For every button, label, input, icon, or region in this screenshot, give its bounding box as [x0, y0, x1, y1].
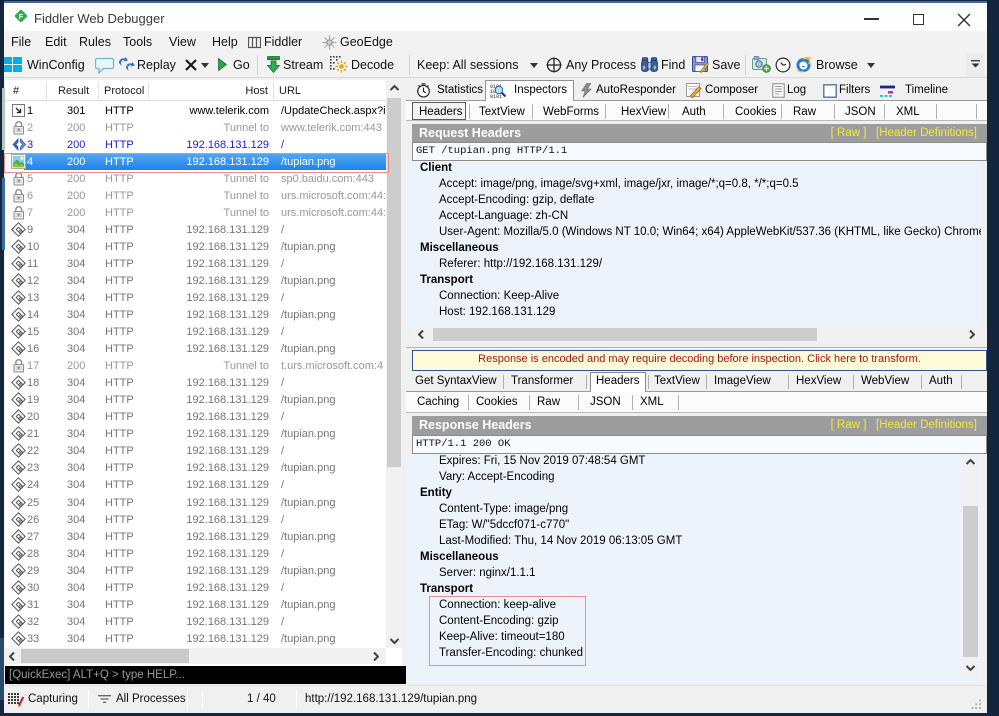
svg-text:F: F — [19, 12, 24, 21]
svg-text:0101: 0101 — [490, 94, 502, 98]
